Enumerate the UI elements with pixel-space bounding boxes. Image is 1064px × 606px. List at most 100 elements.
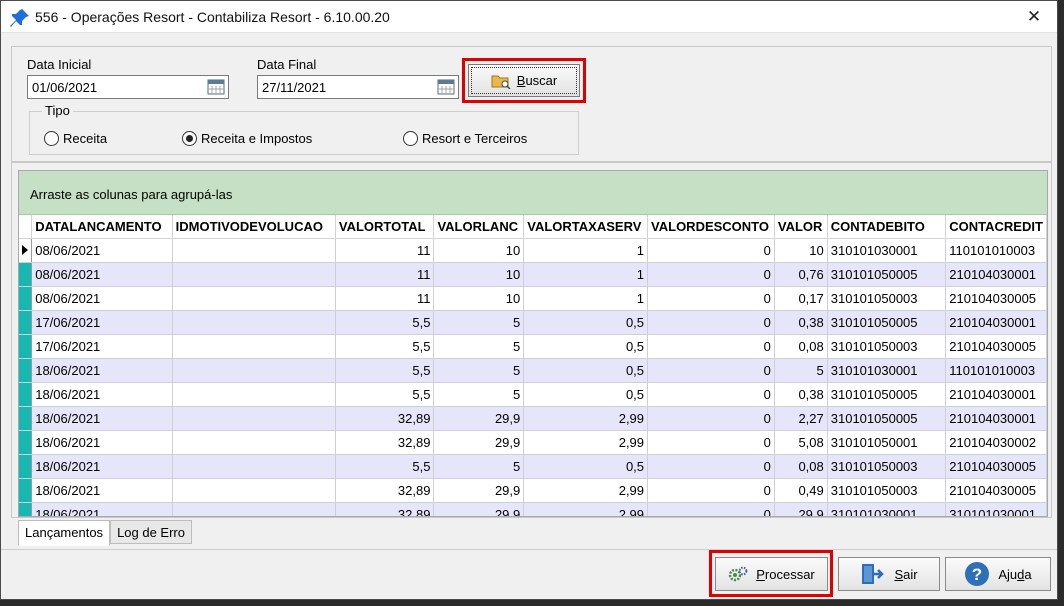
row-indicator[interactable]	[19, 382, 33, 407]
table-cell[interactable]: 29,9	[433, 430, 525, 455]
table-row[interactable]: 18/06/2021 32,89 29,9 2,99 0 0,49 310101050003…	[19, 478, 1047, 503]
table-row[interactable]: 08/06/2021 11 10 1 0 0,76 310101050005 21010403…	[19, 262, 1047, 287]
table-cell[interactable]: 0	[647, 286, 775, 311]
table-cell[interactable]: 5,5	[335, 454, 435, 479]
table-cell[interactable]: 0,5	[523, 382, 649, 407]
table-cell[interactable]: 0	[647, 358, 775, 383]
table-cell[interactable]: 0,49	[774, 478, 828, 503]
table-cell[interactable]: 310101030001	[827, 502, 947, 516]
table-cell[interactable]: 310101050003	[827, 334, 947, 359]
table-cell[interactable]: 10	[433, 286, 525, 311]
table-cell[interactable]: 0	[647, 430, 775, 455]
table-cell[interactable]: 29,9	[433, 502, 525, 516]
row-indicator[interactable]	[19, 310, 33, 335]
radio-receita-impostos[interactable]: Receita e Impostos	[182, 131, 312, 146]
table-cell[interactable]	[172, 358, 336, 383]
table-cell[interactable]	[172, 310, 336, 335]
table-cell[interactable]: 310101030001	[827, 358, 947, 383]
table-cell[interactable]: 310101030001	[827, 238, 947, 263]
table-cell[interactable]: 5,5	[335, 382, 435, 407]
tab-log-de-erro[interactable]: Log de Erro	[110, 520, 192, 544]
table-cell[interactable]: 5	[433, 310, 525, 335]
table-cell[interactable]: 5	[774, 358, 828, 383]
table-row[interactable]: 17/06/2021 5,5 5 0,5 0 0,38 310101050005 210104…	[19, 310, 1047, 335]
table-cell[interactable]: 29,9	[774, 502, 828, 516]
table-cell[interactable]: 310101050003	[827, 286, 947, 311]
table-row[interactable]: 18/06/2021 5,5 5 0,5 0 0,08 310101050003 210104…	[19, 454, 1047, 479]
row-indicator[interactable]	[19, 454, 33, 479]
table-cell[interactable]	[172, 502, 336, 516]
table-cell[interactable]: 210104030001	[945, 382, 1047, 407]
table-row[interactable]: 18/06/2021 32,89 29,9 2,99 0 29,9 310101030001…	[19, 502, 1047, 516]
table-cell[interactable]: 32,89	[335, 406, 435, 431]
row-indicator[interactable]	[19, 406, 33, 431]
table-cell[interactable]: 18/06/2021	[31, 478, 173, 503]
table-cell[interactable]: 11	[335, 238, 435, 263]
table-cell[interactable]: 32,89	[335, 430, 435, 455]
table-cell[interactable]: 210104030005	[945, 334, 1047, 359]
column-header[interactable]: VALORLANC	[433, 215, 525, 239]
table-cell[interactable]: 0	[647, 334, 775, 359]
row-indicator[interactable]	[19, 358, 33, 383]
table-cell[interactable]: 10	[774, 238, 828, 263]
table-cell[interactable]: 08/06/2021	[31, 286, 173, 311]
table-cell[interactable]: 18/06/2021	[31, 454, 173, 479]
table-cell[interactable]: 0	[647, 262, 775, 287]
table-cell[interactable]	[172, 334, 336, 359]
row-indicator[interactable]	[19, 286, 33, 311]
table-cell[interactable]: 310101050001	[827, 430, 947, 455]
table-cell[interactable]: 29,9	[433, 478, 525, 503]
table-cell[interactable]: 310101050005	[827, 262, 947, 287]
table-cell[interactable]: 2,99	[523, 406, 649, 431]
column-header[interactable]: DATALANCAMENTO	[31, 215, 173, 239]
table-cell[interactable]: 5,5	[335, 310, 435, 335]
table-cell[interactable]: 0,5	[523, 454, 649, 479]
table-cell[interactable]: 0	[647, 478, 775, 503]
table-row[interactable]: 18/06/2021 5,5 5 0,5 0 0,38 310101050005 210104…	[19, 382, 1047, 407]
row-indicator[interactable]	[19, 334, 33, 359]
row-indicator[interactable]	[19, 430, 33, 455]
column-header[interactable]: CONTADEBITO	[827, 215, 947, 239]
table-cell[interactable]: 5	[433, 334, 525, 359]
table-cell[interactable]: 310101050005	[827, 406, 947, 431]
table-cell[interactable]: 32,89	[335, 478, 435, 503]
table-cell[interactable]: 18/06/2021	[31, 358, 173, 383]
table-cell[interactable]: 0	[647, 310, 775, 335]
table-cell[interactable]: 5,5	[335, 334, 435, 359]
table-row[interactable]: 18/06/2021 32,89 29,9 2,99 0 2,27 310101050005…	[19, 406, 1047, 431]
table-cell[interactable]: 0	[647, 502, 775, 516]
data-final-input[interactable]: 27/11/2021	[257, 75, 459, 99]
table-row[interactable]: 08/06/2021 11 10 1 0 0,17 310101050003 21010403…	[19, 286, 1047, 311]
table-cell[interactable]: 11	[335, 286, 435, 311]
data-inicial-input[interactable]: 01/06/2021	[27, 75, 229, 99]
table-cell[interactable]: 0,76	[774, 262, 828, 287]
table-cell[interactable]: 0,17	[774, 286, 828, 311]
table-cell[interactable]: 08/06/2021	[31, 238, 173, 263]
table-cell[interactable]: 0	[647, 406, 775, 431]
table-cell[interactable]: 11	[335, 262, 435, 287]
table-cell[interactable]: 10	[433, 238, 525, 263]
table-cell[interactable]	[172, 406, 336, 431]
row-indicator[interactable]	[19, 502, 33, 516]
table-cell[interactable]: 0,38	[774, 382, 828, 407]
table-cell[interactable]: 0,5	[523, 334, 649, 359]
column-header[interactable]: VALORTAXASERV	[523, 215, 649, 239]
table-cell[interactable]: 08/06/2021	[31, 262, 173, 287]
table-cell[interactable]	[172, 430, 336, 455]
processar-button[interactable]: Processar	[715, 557, 828, 591]
table-cell[interactable]: 310101030001	[945, 502, 1047, 516]
table-cell[interactable]: 2,99	[523, 502, 649, 516]
table-cell[interactable]: 5	[433, 358, 525, 383]
table-cell[interactable]: 210104030005	[945, 454, 1047, 479]
column-header[interactable]: VALORDESCONTO	[647, 215, 775, 239]
table-cell[interactable]: 2,99	[523, 430, 649, 455]
table-cell[interactable]: 310101050005	[827, 310, 947, 335]
table-cell[interactable]: 310101050005	[827, 382, 947, 407]
table-cell[interactable]: 2,27	[774, 406, 828, 431]
table-cell[interactable]: 17/06/2021	[31, 310, 173, 335]
table-cell[interactable]: 0,5	[523, 358, 649, 383]
table-cell[interactable]: 1	[523, 262, 649, 287]
table-cell[interactable]: 10	[433, 262, 525, 287]
table-cell[interactable]: 5	[433, 382, 525, 407]
table-cell[interactable]: 1	[523, 238, 649, 263]
